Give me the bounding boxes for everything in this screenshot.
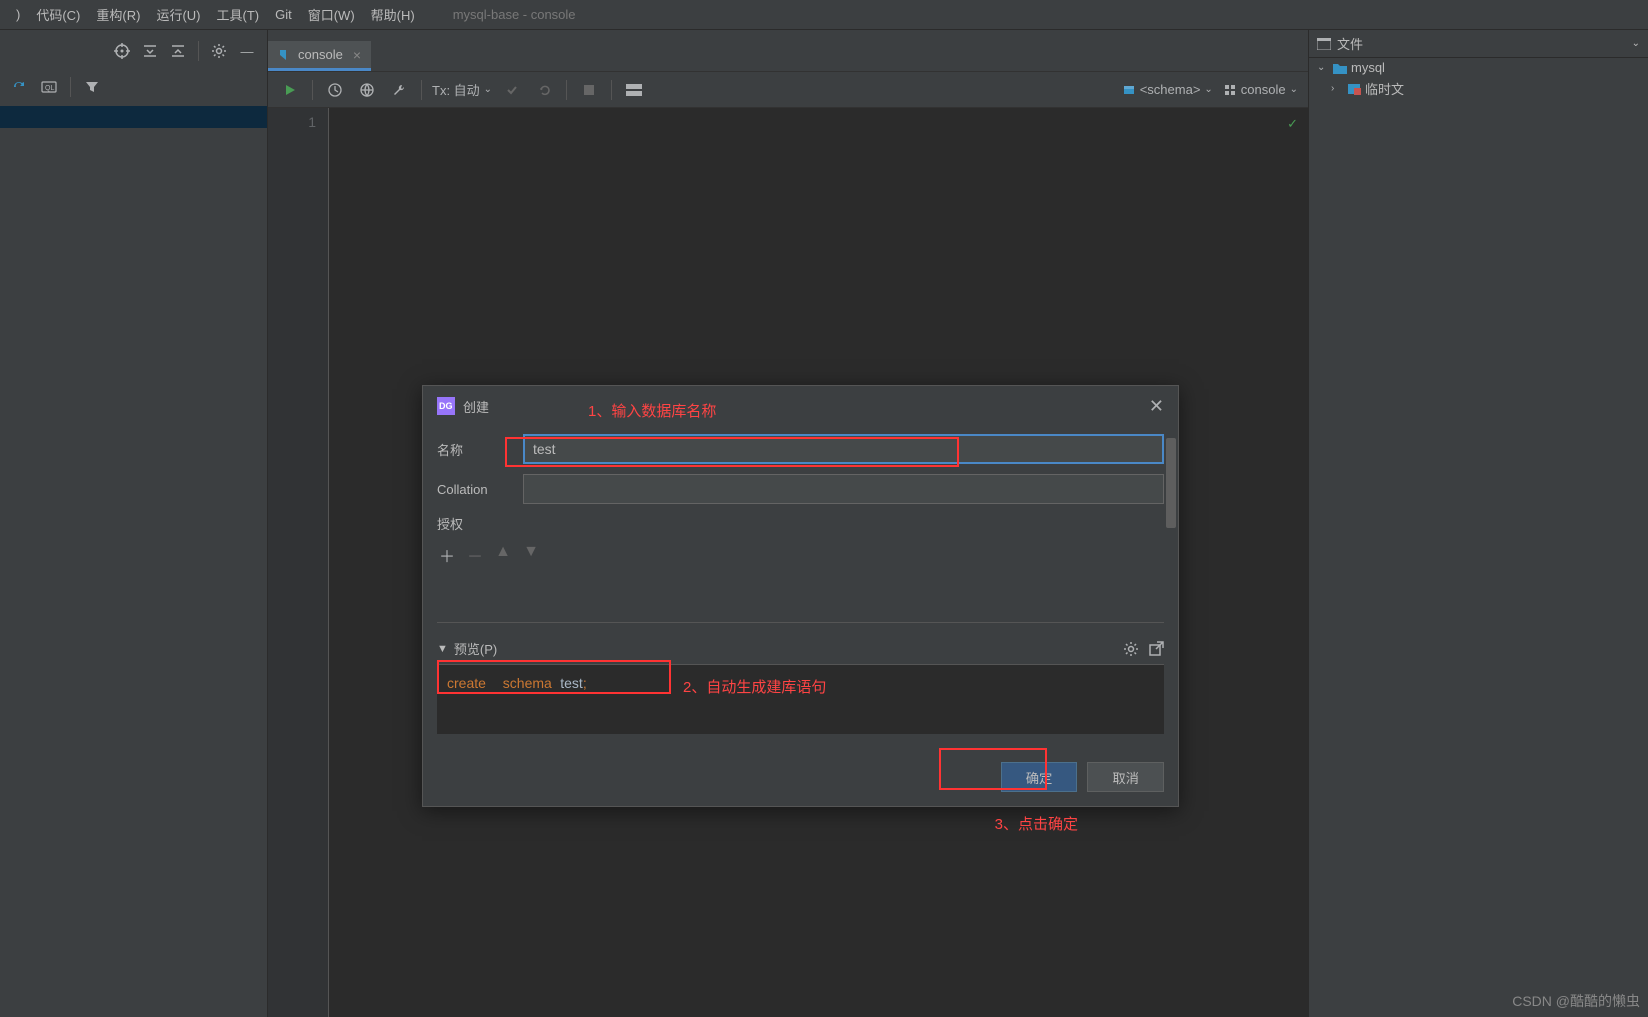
left-subtoolbar: QL bbox=[0, 72, 267, 102]
svg-text:QL: QL bbox=[45, 85, 54, 92]
gear-icon[interactable] bbox=[207, 39, 231, 63]
tx-selector[interactable]: Tx: 自动 ⌄ bbox=[432, 80, 492, 99]
rollback-icon[interactable] bbox=[532, 78, 556, 102]
selected-db-row[interactable] bbox=[0, 106, 267, 128]
collation-input[interactable] bbox=[523, 474, 1164, 504]
wrench-icon[interactable] bbox=[387, 78, 411, 102]
menu-close-paren: ) bbox=[8, 3, 28, 26]
menu-git[interactable]: Git bbox=[267, 3, 300, 26]
folder-icon bbox=[1333, 62, 1347, 74]
tree-label: 临时文 bbox=[1365, 79, 1404, 98]
grant-label: 授权 bbox=[437, 514, 507, 533]
tab-label: console bbox=[298, 47, 343, 62]
commit-icon[interactable] bbox=[500, 78, 524, 102]
temp-icon bbox=[1347, 83, 1361, 95]
grant-list[interactable] bbox=[437, 573, 1164, 623]
schema-selector[interactable]: <schema> ⌄ bbox=[1122, 82, 1213, 97]
preview-header: ▼ 预览(P) bbox=[437, 633, 1164, 664]
filter-icon[interactable] bbox=[81, 76, 103, 98]
create-schema-dialog: DG 创建 ✕ 1、输入数据库名称 名称 Collation 授权 ＋ － ▲ … bbox=[422, 385, 1179, 807]
stop-icon[interactable] bbox=[577, 78, 601, 102]
dialog-title-text: 创建 bbox=[463, 397, 489, 416]
dialog-body: 名称 Collation 授权 ＋ － ▲ ▼ ▼ 预览(P) bbox=[423, 426, 1178, 748]
sql-file-icon bbox=[278, 48, 292, 62]
explain-icon[interactable] bbox=[355, 78, 379, 102]
run-icon[interactable] bbox=[278, 78, 302, 102]
chevron-down-icon[interactable]: ⌄ bbox=[1632, 38, 1640, 49]
name-label: 名称 bbox=[437, 440, 507, 459]
preview-code[interactable]: create schema test; bbox=[437, 664, 1164, 734]
console-toolbar: Tx: 自动 ⌄ <schema> ⌄ console ⌄ bbox=[268, 72, 1308, 108]
expand-icon[interactable] bbox=[138, 39, 162, 63]
chevron-right-icon: › bbox=[1331, 83, 1343, 94]
dialog-scrollbar[interactable] bbox=[1166, 438, 1176, 716]
menu-code[interactable]: 代码(C) bbox=[28, 1, 88, 28]
tab-console[interactable]: console × bbox=[268, 41, 371, 71]
watermark: CSDN @酷酷的懒虫 bbox=[1512, 991, 1640, 1011]
menu-help[interactable]: 帮助(H) bbox=[363, 1, 423, 28]
annotation-2: 2、自动生成建库语句 bbox=[683, 676, 826, 697]
grant-toolbar: ＋ － ▲ ▼ bbox=[437, 537, 1164, 573]
files-tool-window: 文件 ⌄ ⌄ mysql › 临时文 bbox=[1308, 30, 1648, 1017]
files-header-label: 文件 bbox=[1337, 34, 1363, 53]
close-icon[interactable]: ✕ bbox=[1149, 396, 1164, 417]
dialog-buttons: 确定 取消 bbox=[423, 748, 1178, 806]
menu-window[interactable]: 窗口(W) bbox=[300, 1, 363, 28]
cancel-button[interactable]: 取消 bbox=[1087, 762, 1164, 792]
menu-run[interactable]: 运行(U) bbox=[148, 1, 208, 28]
dialog-title-bar: DG 创建 ✕ bbox=[423, 386, 1178, 426]
editor-tabs: console × bbox=[268, 30, 1308, 72]
chevron-down-icon[interactable]: ▼ bbox=[437, 643, 448, 655]
database-tool-window: — QL bbox=[0, 30, 268, 1017]
session-selector[interactable]: console ⌄ bbox=[1223, 82, 1298, 97]
refresh-icon[interactable] bbox=[8, 76, 30, 98]
annotation-1: 1、输入数据库名称 bbox=[588, 400, 716, 421]
menu-bar: ) 代码(C) 重构(R) 运行(U) 工具(T) Git 窗口(W) 帮助(H… bbox=[0, 0, 1648, 30]
gear-icon[interactable] bbox=[1123, 641, 1139, 657]
tree-label: mysql bbox=[1351, 60, 1385, 75]
line-gutter: 1 bbox=[268, 108, 328, 1017]
name-input[interactable] bbox=[523, 434, 1164, 464]
collapse-icon[interactable] bbox=[166, 39, 190, 63]
svg-text:DG: DG bbox=[439, 401, 453, 411]
remove-icon: － bbox=[465, 543, 485, 567]
open-external-icon[interactable] bbox=[1149, 641, 1164, 657]
chevron-down-icon: ⌄ bbox=[1317, 62, 1329, 73]
target-icon[interactable] bbox=[110, 39, 134, 63]
down-icon: ▼ bbox=[521, 543, 541, 567]
layout-icon[interactable] bbox=[622, 78, 646, 102]
annotation-3: 3、点击确定 bbox=[995, 813, 1078, 834]
check-icon: ✓ bbox=[1287, 116, 1298, 132]
tree-row-mysql[interactable]: ⌄ mysql bbox=[1309, 58, 1648, 77]
add-icon[interactable]: ＋ bbox=[437, 543, 457, 567]
minimize-icon[interactable]: — bbox=[235, 39, 259, 63]
files-window-icon bbox=[1317, 38, 1331, 50]
datagrip-icon: DG bbox=[437, 397, 455, 415]
up-icon: ▲ bbox=[493, 543, 513, 567]
history-icon[interactable] bbox=[323, 78, 347, 102]
menu-refactor[interactable]: 重构(R) bbox=[88, 1, 148, 28]
tree-row-temp[interactable]: › 临时文 bbox=[1309, 77, 1648, 100]
collation-label: Collation bbox=[437, 482, 507, 497]
ok-button[interactable]: 确定 bbox=[1001, 762, 1078, 792]
preview-label: 预览(P) bbox=[454, 639, 497, 658]
console-icon[interactable]: QL bbox=[38, 76, 60, 98]
app-title: mysql-base - console bbox=[453, 7, 576, 22]
left-toolbar: — bbox=[0, 30, 267, 72]
menu-tools[interactable]: 工具(T) bbox=[208, 1, 267, 28]
files-header: 文件 ⌄ bbox=[1309, 30, 1648, 58]
close-icon[interactable]: × bbox=[353, 47, 361, 63]
